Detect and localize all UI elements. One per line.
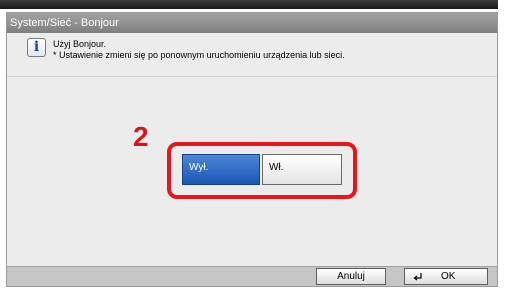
top-bar bbox=[0, 0, 498, 9]
cancel-button[interactable]: Anuluj bbox=[316, 268, 386, 285]
option-on-button[interactable]: Wł. bbox=[262, 154, 342, 185]
ok-label: OK bbox=[441, 271, 456, 282]
right-margin bbox=[498, 0, 516, 291]
step-number-annotation: 2 bbox=[133, 121, 149, 152]
option-off-button[interactable]: Wył. bbox=[182, 154, 260, 185]
info-icon: i bbox=[27, 38, 46, 57]
window-title: System/Sieć - Bonjour bbox=[7, 13, 497, 33]
divider bbox=[7, 76, 497, 77]
enter-icon bbox=[413, 273, 422, 281]
message-line-2: * Ustawienie zmieni się po ponownym uruc… bbox=[53, 50, 345, 60]
ok-button[interactable]: OK bbox=[404, 268, 488, 285]
message-line-1: Użyj Bonjour. bbox=[53, 39, 107, 49]
